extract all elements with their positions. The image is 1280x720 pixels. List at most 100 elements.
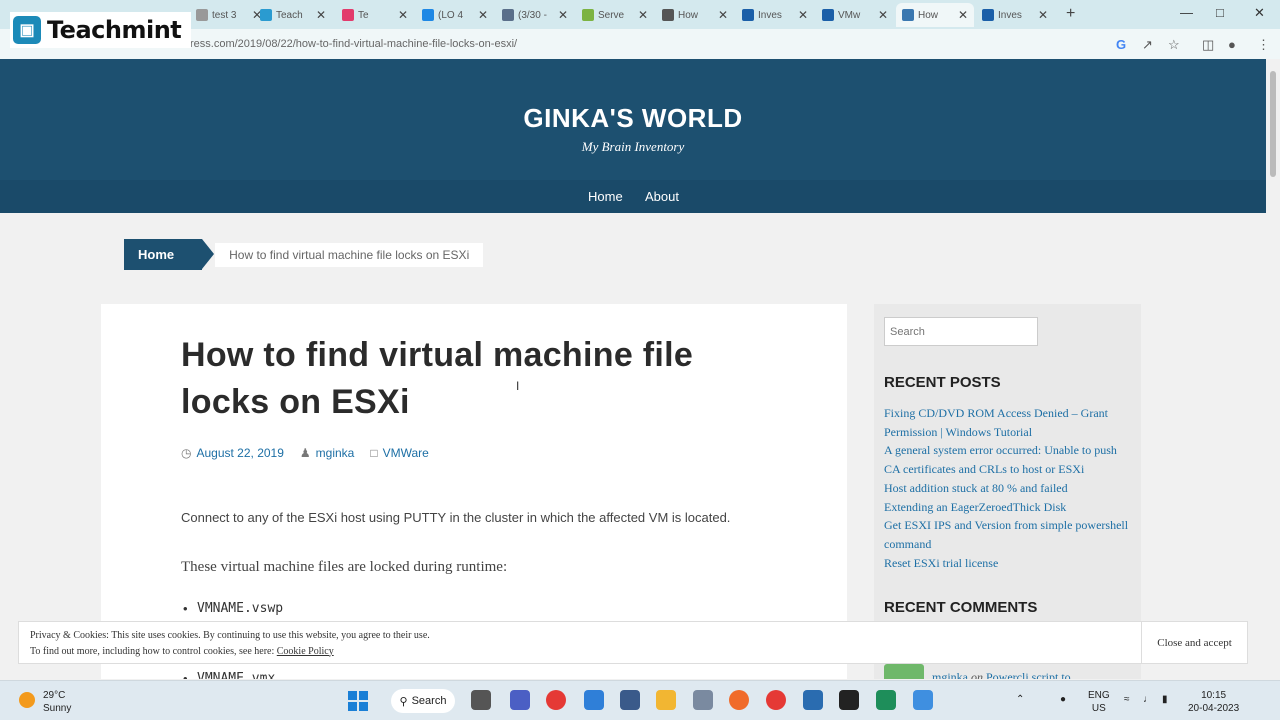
browser-tab[interactable]: Te ✕: [336, 3, 414, 27]
firefox-icon[interactable]: [729, 690, 749, 710]
breadcrumb: Home How to find virtual machine file lo…: [124, 239, 484, 270]
browser-tab[interactable]: Inves ✕: [736, 3, 814, 27]
recent-post-link[interactable]: A general system error occurred: Unable …: [884, 441, 1134, 478]
tab-label: Inves: [758, 9, 782, 21]
recent-comment: mginka on Powercli script to: [932, 670, 1071, 679]
sun-icon[interactable]: [19, 692, 35, 708]
task-view-icon[interactable]: [471, 690, 491, 710]
url-field[interactable]: ress.com/2019/08/22/how-to-find-virtual-…: [190, 38, 517, 50]
tab-close-icon[interactable]: ✕: [632, 8, 648, 22]
site-header: GINKA'S WORLD My Brain Inventory: [0, 59, 1266, 180]
tab-close-icon[interactable]: ✕: [310, 8, 326, 22]
tab-favicon-icon: [422, 9, 434, 21]
search-input[interactable]: [884, 317, 1038, 346]
language-indicator[interactable]: ENG US: [1088, 689, 1110, 715]
wifi-icon[interactable]: ≈: [1124, 693, 1130, 706]
tab-favicon-icon: [502, 9, 514, 21]
browser-tab-bar: + — □ ✕ test 3 ✕ Teach ✕ Te ✕ (LO 4 ✕ (3/30 - ✕ Se…: [0, 0, 1280, 29]
post-paragraph: Connect to any of the ESXi host using PU…: [181, 510, 731, 525]
cookie-line: To find out more, including how to contr…: [30, 645, 275, 657]
nav-home[interactable]: Home: [588, 189, 623, 204]
scrollbar-thumb[interactable]: [1270, 71, 1276, 177]
tab-close-icon[interactable]: ✕: [952, 8, 968, 22]
tab-close-icon[interactable]: ✕: [712, 8, 728, 22]
recent-post-link[interactable]: Extending an EagerZeroedThick Disk: [884, 498, 1134, 517]
page-scrollbar[interactable]: [1266, 59, 1280, 680]
list-item: VMNAME.vswp: [183, 601, 283, 616]
tab-close-icon[interactable]: ✕: [552, 8, 568, 22]
minimize-icon[interactable]: —: [1180, 5, 1193, 20]
address-bar: ress.com/2019/08/22/how-to-find-virtual-…: [0, 29, 1280, 59]
tab-favicon-icon: [902, 9, 914, 21]
browser-tab[interactable]: How ✕: [656, 3, 734, 27]
breadcrumb-home[interactable]: Home: [124, 239, 215, 270]
tab-close-icon[interactable]: ✕: [472, 8, 488, 22]
weather-temp: 29°C: [43, 690, 66, 701]
comment-post-link[interactable]: Powercli script to: [986, 670, 1071, 679]
app-icon[interactable]: [620, 690, 640, 710]
post-paragraph: These virtual machine files are locked d…: [181, 559, 508, 575]
chrome-active-icon[interactable]: [766, 690, 786, 710]
recent-post-link[interactable]: Reset ESXi trial license: [884, 554, 1134, 573]
taskbar-search[interactable]: ⚲ Search: [391, 689, 455, 713]
browser-tab[interactable]: Inves ✕: [976, 3, 1054, 27]
cookie-policy-link[interactable]: Cookie Policy: [277, 646, 334, 657]
tray-chevron-icon[interactable]: ⌃: [1016, 693, 1024, 706]
app-icon[interactable]: [803, 690, 823, 710]
tab-label: Teach: [276, 9, 303, 21]
post-author[interactable]: mginka: [316, 446, 355, 460]
google-icon[interactable]: G: [1116, 37, 1126, 52]
bookmark-star-icon[interactable]: ☆: [1168, 37, 1180, 53]
edge-icon[interactable]: [584, 690, 604, 710]
tab-favicon-icon: [196, 9, 208, 21]
maximize-icon[interactable]: □: [1216, 5, 1224, 20]
share-icon[interactable]: ↗: [1142, 37, 1153, 53]
close-window-icon[interactable]: ✕: [1254, 5, 1265, 21]
recent-comments-title: RECENT COMMENTS: [884, 599, 1038, 616]
browser-tab[interactable]: How ✕: [896, 3, 974, 27]
teams-icon[interactable]: [510, 690, 530, 710]
start-button[interactable]: [348, 691, 368, 711]
cookie-banner: Privacy & Cookies: This site uses cookie…: [18, 621, 1248, 664]
browser-tab[interactable]: Serve ✕: [576, 3, 654, 27]
comment-author[interactable]: mginka: [932, 670, 968, 679]
menu-dots-icon[interactable]: ⋮: [1257, 37, 1270, 53]
browser-tab[interactable]: (3/30 - ✕: [496, 3, 574, 27]
recent-post-link[interactable]: Host addition stuck at 80 % and failed: [884, 479, 1134, 498]
spreadsheet-icon[interactable]: [876, 690, 896, 710]
battery-icon[interactable]: ▮: [1162, 693, 1168, 706]
browser-tab[interactable]: Teach ✕: [254, 3, 332, 27]
volume-icon[interactable]: ♩: [1143, 693, 1153, 706]
weather-widget[interactable]: 29°C Sunny: [43, 689, 71, 715]
avatar: [884, 664, 924, 679]
cookie-line: Privacy & Cookies: This site uses cookie…: [30, 630, 430, 641]
tab-close-icon[interactable]: ✕: [792, 8, 808, 22]
browser-tab[interactable]: (LO 4 ✕: [416, 3, 494, 27]
site-title[interactable]: GINKA'S WORLD: [0, 103, 1266, 134]
post-meta: ◷ August 22, 2019 ♟ mginka □ VMWare: [181, 446, 429, 460]
tab-close-icon[interactable]: ✕: [392, 8, 408, 22]
taskbar-search-label: Search: [411, 695, 447, 707]
post-date[interactable]: August 22, 2019: [196, 446, 283, 460]
tab-close-icon[interactable]: ✕: [872, 8, 888, 22]
close-and-accept-button[interactable]: Close and accept: [1141, 622, 1247, 663]
side-panel-icon[interactable]: ◫: [1202, 37, 1214, 53]
app-icon[interactable]: [913, 690, 933, 710]
snipping-tool-icon[interactable]: [693, 690, 713, 710]
post-category[interactable]: VMWare: [383, 446, 429, 460]
nav-about[interactable]: About: [645, 189, 679, 204]
chrome-icon[interactable]: [546, 690, 566, 710]
new-tab-button[interactable]: +: [1066, 5, 1075, 23]
file-explorer-icon[interactable]: [656, 690, 676, 710]
tab-close-icon[interactable]: ✕: [1032, 8, 1048, 22]
profile-icon[interactable]: ●: [1228, 37, 1236, 52]
terminal-icon[interactable]: [839, 690, 859, 710]
post-title: How to find virtual machine file locks o…: [181, 336, 694, 421]
recent-post-link[interactable]: Fixing CD/DVD ROM Access Denied – Grant …: [884, 404, 1134, 441]
tab-label: (LO 4: [438, 9, 464, 21]
recent-post-link[interactable]: Get ESXI IPS and Version from simple pow…: [884, 516, 1134, 553]
teachmint-logo: ▣ Teachmint: [10, 12, 191, 48]
microphone-icon[interactable]: ●: [1060, 693, 1066, 706]
clock[interactable]: 10:15 20-04-2023: [1188, 689, 1239, 715]
browser-tab[interactable]: VMw ✕: [816, 3, 894, 27]
